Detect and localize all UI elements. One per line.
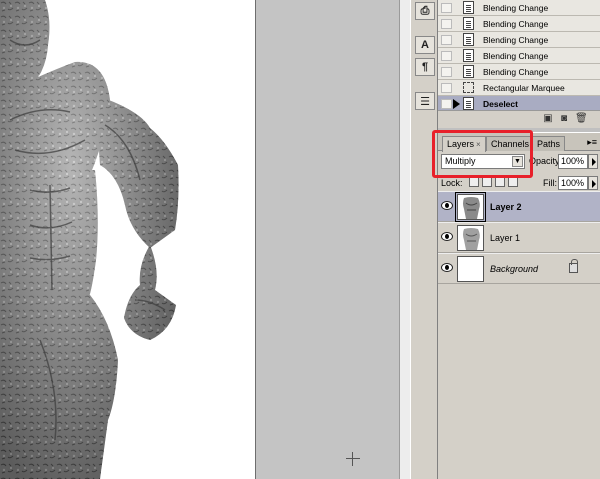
history-state-icon [463,1,474,14]
eye-icon[interactable] [441,201,453,210]
history-item[interactable]: Blending Change [438,16,600,32]
history-item[interactable]: Blending Change [438,48,600,64]
history-brush-icon[interactable]: ⎙ [415,2,435,20]
layer-row-background[interactable]: Background [438,253,600,284]
history-brush-source-checkbox[interactable] [441,67,452,77]
canvas-area[interactable] [0,0,399,479]
layer-name[interactable]: Layer 1 [490,233,520,243]
trash-icon[interactable]: 🗑 [575,113,588,124]
history-brush-source-checkbox[interactable] [441,51,452,61]
opacity-slider-button[interactable] [588,154,598,169]
tab-paths[interactable]: Paths [532,136,566,151]
history-toolbar: ▣ ◙ 🗑 [438,110,600,126]
layer-row-layer-1[interactable]: Layer 1 [438,222,600,253]
new-snapshot-icon[interactable]: ◙ [558,113,570,124]
paragraph-icon[interactable]: ¶ [415,58,435,76]
layer-thumbnail[interactable] [455,192,486,222]
lock-icon [569,259,578,273]
history-brush-source-checkbox[interactable] [441,83,452,93]
stone-muscleman-image [0,0,179,479]
history-state-icon [463,17,474,30]
history-state-icon [463,49,474,62]
fill-slider-button[interactable] [588,176,598,190]
history-state-icon [463,65,474,78]
layer-name[interactable]: Background [490,264,538,274]
dock-separator[interactable] [399,0,410,479]
history-item-label: Blending Change [483,67,549,77]
annotation-highlight-box [432,130,533,178]
history-item-label: Blending Change [483,51,549,61]
opacity-input[interactable]: 100% [558,154,588,169]
layer-comps-icon[interactable]: ☰ [415,92,435,110]
layer-thumbnail[interactable] [457,256,484,282]
history-brush-source-checkbox[interactable] [441,35,452,45]
layer-list: Layer 2 Layer 1 Background [438,191,600,479]
history-item[interactable]: Blending Change [438,0,600,16]
layer-name[interactable]: Layer 2 [490,202,522,212]
history-item-label: Blending Change [483,35,549,45]
history-item[interactable]: Blending Change [438,32,600,48]
history-state-slider-icon[interactable] [453,99,460,109]
history-item-label: Rectangular Marquee [483,83,565,93]
lock-label: Lock: [441,178,463,188]
history-brush-source-checkbox[interactable] [441,99,452,109]
new-document-from-state-icon[interactable]: ▣ [542,113,554,124]
layer-thumbnail[interactable] [457,225,484,251]
eye-icon[interactable] [441,263,453,272]
tab-label: Paths [537,139,561,149]
history-item[interactable]: Rectangular Marquee [438,80,600,96]
history-brush-source-checkbox[interactable] [441,3,452,13]
marquee-icon [463,82,474,93]
history-state-icon [463,33,474,46]
document-canvas[interactable] [0,0,256,479]
history-item-label: Blending Change [483,3,549,13]
history-item[interactable]: Blending Change [438,64,600,80]
eye-icon[interactable] [441,232,453,241]
crosshair-cursor-icon [346,452,360,466]
history-state-icon [463,97,474,110]
history-brush-source-checkbox[interactable] [441,19,452,29]
character-icon[interactable]: A [415,36,435,54]
layers-panel: Layers × Channels Paths ▸≡ Multiply ▼ Opa… [438,132,600,479]
fill-input[interactable]: 100% [558,176,588,190]
panel-menu-icon[interactable]: ▸≡ [587,137,597,148]
history-item-label: Deselect [483,99,518,109]
history-panel: Blending Change Blending Change Blending… [438,0,600,128]
history-item-label: Blending Change [483,19,549,29]
panel-tool-strip: ⎙ A ¶ ☰ [410,0,438,479]
fill-label: Fill: [543,178,557,188]
layer-row-layer-2[interactable]: Layer 2 [438,191,600,222]
